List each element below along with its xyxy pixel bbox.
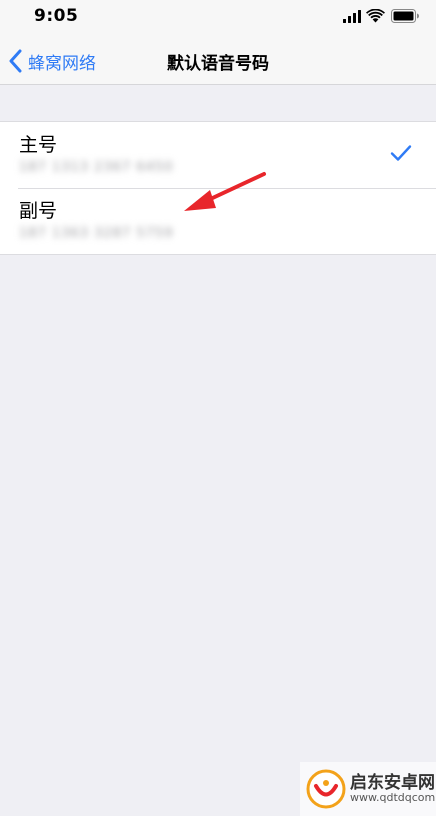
item-phone-number: 187 1313 2367 6450 bbox=[19, 160, 174, 175]
page-title: 默认语音号码 bbox=[167, 54, 269, 74]
watermark-url: www.qdtdqcom bbox=[350, 791, 436, 805]
item-label: 副号 bbox=[19, 200, 58, 222]
checkmark-icon bbox=[390, 145, 412, 161]
watermark-logo-icon bbox=[306, 769, 346, 809]
item-phone-number: 187 1363 3287 5759 bbox=[19, 226, 174, 241]
watermark: 启东安卓网 www.qdtdqcom bbox=[300, 762, 436, 816]
navigation-bar: 蜂窝网络 默认语音号码 bbox=[0, 36, 436, 85]
watermark-text: 启东安卓网 www.qdtdqcom bbox=[350, 772, 436, 805]
battery-icon bbox=[391, 9, 419, 23]
cellular-signal-icon bbox=[343, 10, 361, 23]
wifi-icon bbox=[366, 9, 385, 23]
item-label: 主号 bbox=[19, 134, 58, 156]
status-bar: 9:05 bbox=[0, 0, 436, 36]
status-time: 9:05 bbox=[34, 6, 79, 26]
watermark-name: 启东安卓网 bbox=[350, 772, 435, 793]
annotation-arrow-icon bbox=[184, 172, 266, 211]
